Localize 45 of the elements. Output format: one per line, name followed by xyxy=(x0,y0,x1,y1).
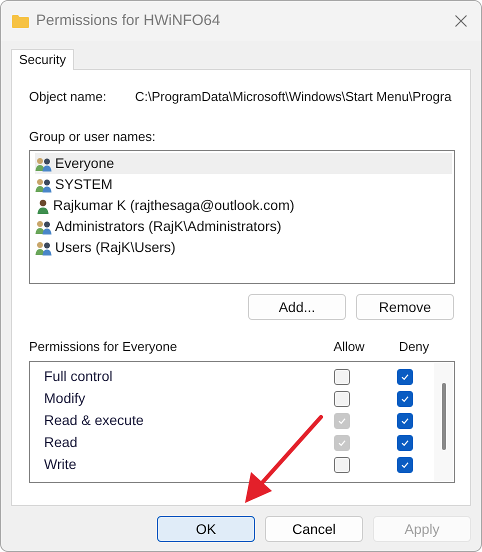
add-button[interactable]: Add... xyxy=(248,294,346,320)
permissions-label: Permissions for Everyone xyxy=(29,338,178,356)
remove-button[interactable]: Remove xyxy=(356,294,454,320)
window-title: Permissions for HWiNFO64 xyxy=(36,10,220,31)
column-header: Deny xyxy=(398,338,430,356)
checkmark-icon xyxy=(400,372,410,382)
close-icon[interactable] xyxy=(455,15,467,27)
checkbox[interactable] xyxy=(396,456,412,472)
permission-name: Read xyxy=(43,433,78,452)
cancel-button[interactable]: Cancel xyxy=(265,516,363,542)
user-list-item[interactable]: SYSTEM xyxy=(35,174,452,195)
person-icon xyxy=(35,198,51,214)
scrollbar[interactable] xyxy=(434,362,454,482)
permission-name: Write xyxy=(43,455,78,474)
people-icon xyxy=(35,240,53,256)
column-header: Allow xyxy=(332,338,366,356)
user-list-item[interactable]: Administrators (RajK\Administrators) xyxy=(35,216,452,237)
people-icon xyxy=(35,156,53,172)
checkbox[interactable] xyxy=(396,434,412,450)
checkbox[interactable] xyxy=(334,456,350,472)
checkmark-icon xyxy=(337,438,347,448)
permission-name: Modify xyxy=(43,389,86,408)
checkbox[interactable] xyxy=(396,390,412,406)
checkmark-icon xyxy=(400,416,410,426)
object-path: C:\ProgramData\Microsoft\Windows\Start Menu\Progra xyxy=(135,88,452,106)
people-icon xyxy=(35,218,53,234)
checkbox[interactable] xyxy=(334,368,350,384)
object-name-label: Object name: xyxy=(29,88,108,106)
people-icon xyxy=(35,176,53,192)
tab[interactable]: Security xyxy=(11,49,74,70)
user-list-item[interactable]: Users (RajK\Users) xyxy=(35,237,452,258)
group-list-label: Group or user names: xyxy=(29,128,156,146)
user-list-item[interactable]: Everyone xyxy=(35,153,452,174)
checkbox[interactable] xyxy=(334,390,350,406)
checkmark-icon xyxy=(400,394,410,404)
checkmark-icon xyxy=(400,460,410,470)
permission-name: Full control xyxy=(43,367,114,386)
folder-icon xyxy=(12,14,29,28)
checkbox[interactable] xyxy=(396,368,412,384)
checkbox[interactable] xyxy=(396,412,412,428)
ok-button[interactable]: OK xyxy=(157,516,255,542)
checkmark-icon xyxy=(337,416,347,426)
checkmark-icon xyxy=(400,438,410,448)
permission-name: Read & execute xyxy=(43,411,145,430)
user-list-item[interactable]: Rajkumar K (rajthesaga@outlook.com) xyxy=(35,195,452,216)
